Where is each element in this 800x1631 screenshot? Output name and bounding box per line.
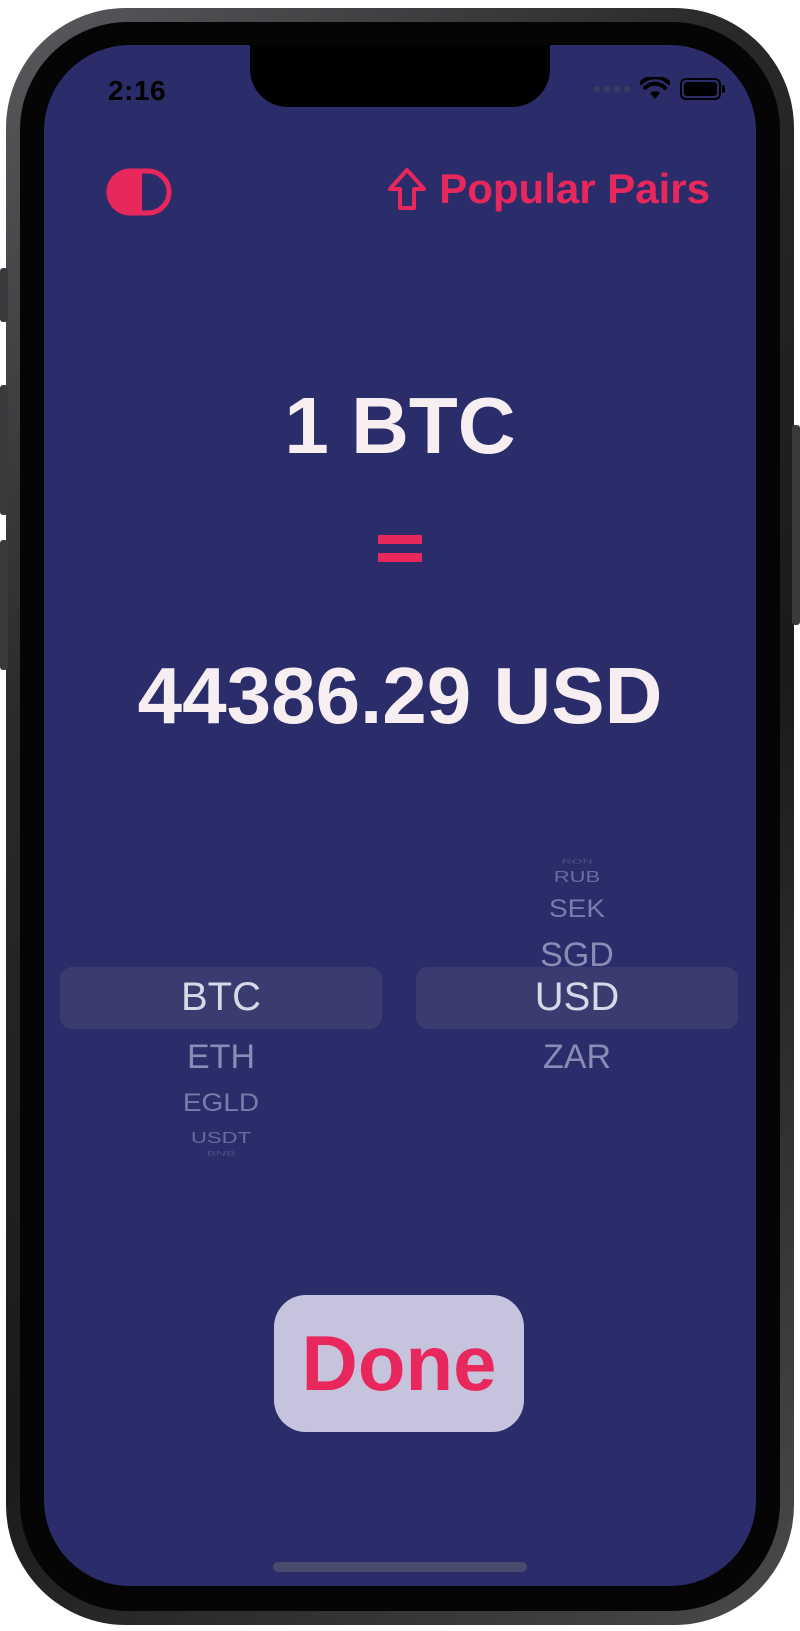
half-filled-toggle-icon[interactable] [106,168,172,216]
picker-item[interactable]: USDT [60,1129,382,1147]
status-icons [594,77,726,101]
volume-up-button [0,385,8,515]
status-time: 2:16 [108,75,167,106]
equals-sign [44,535,756,563]
power-button [792,425,800,625]
picker-item[interactable]: SGD [416,936,738,975]
from-currency-picker[interactable]: BTC ETH EGLD USDT BNB [60,825,382,1215]
picker-item[interactable]: SEK [416,895,738,924]
picker-item[interactable]: ETH [60,1038,382,1077]
from-amount: 1 BTC [284,381,516,470]
converted-amount: 44386.29 USD [137,651,663,740]
cellular-signal-icon [594,86,630,92]
volume-down-button [0,540,8,670]
home-indicator[interactable] [273,1562,527,1572]
picker-item[interactable]: BNB [60,1149,382,1156]
app-screen: 2:16 Popular Pairs 1 BTC 44386.29 USD BT… [44,45,756,1586]
picker-item[interactable]: RON [416,857,738,864]
wifi-icon [640,77,670,99]
done-button[interactable]: Done [274,1295,524,1432]
camera-notch [250,45,550,107]
to-currency-picker[interactable]: RON RUB SEK SGD USD ZAR [416,825,738,1215]
picker-item[interactable]: RUB [416,868,738,886]
arrow-up-icon [388,168,427,210]
picker-item-selected[interactable]: BTC [60,975,382,1020]
silent-switch [0,268,8,322]
popular-pairs-label: Popular Pairs [439,165,710,212]
picker-item[interactable]: EGLD [60,1089,382,1118]
battery-icon [680,78,725,100]
picker-item-selected[interactable]: USD [416,975,738,1020]
picker-item[interactable]: ZAR [416,1038,738,1077]
popular-pairs-button[interactable]: Popular Pairs [387,165,710,213]
